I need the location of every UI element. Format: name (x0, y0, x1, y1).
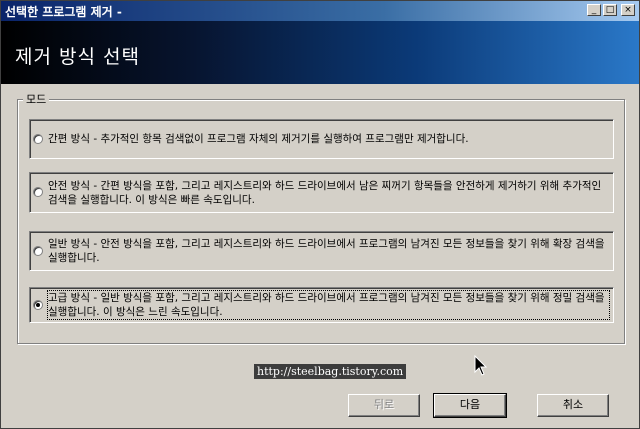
radio-advanced[interactable] (33, 300, 43, 310)
maximize-button[interactable]: □ (603, 4, 617, 16)
radio-safe[interactable] (33, 187, 43, 197)
option-normal[interactable]: 일반 방식 - 안전 방식을 포함, 그리고 레지스트리와 하드 드라이브에서 … (29, 231, 614, 271)
uninstall-wizard-window: 선택한 프로그램 제거 - _ □ × 제거 방식 선택 모드 간편 방식 - … (0, 0, 640, 429)
option-simple-label: 간편 방식 - 추가적인 항목 검색없이 프로그램 자체의 제거기를 실행하여 … (48, 133, 469, 145)
radio-simple[interactable] (33, 134, 43, 144)
mode-group-label: 모드 (23, 91, 50, 107)
option-normal-label: 일반 방식 - 안전 방식을 포함, 그리고 레지스트리와 하드 드라이브에서 … (48, 238, 605, 264)
close-button[interactable]: × (621, 4, 635, 16)
radio-normal[interactable] (33, 246, 43, 256)
option-simple[interactable]: 간편 방식 - 추가적인 항목 검색없이 프로그램 자체의 제거기를 실행하여 … (29, 119, 614, 159)
title-bar[interactable]: 선택한 프로그램 제거 - _ □ × (1, 1, 639, 21)
back-button[interactable]: 뒤로 (348, 394, 420, 417)
option-safe-label: 안전 방식 - 간편 방식을 포함, 그리고 레지스트리와 하드 드라이브에서 … (48, 180, 602, 206)
header-banner: 제거 방식 선택 (1, 21, 639, 84)
watermark-url: http://steelbag.tistory.com (254, 364, 407, 379)
page-title: 제거 방식 선택 (15, 46, 140, 68)
option-safe[interactable]: 안전 방식 - 간편 방식을 포함, 그리고 레지스트리와 하드 드라이브에서 … (29, 172, 614, 213)
minimize-button[interactable]: _ (587, 4, 601, 16)
option-advanced-label: 고급 방식 - 일반 방식을 포함, 그리고 레지스트리와 하드 드라이브에서 … (47, 290, 610, 320)
next-button[interactable]: 다음 (433, 393, 507, 418)
cancel-button[interactable]: 취소 (537, 394, 609, 417)
option-advanced[interactable]: 고급 방식 - 일반 방식을 포함, 그리고 레지스트리와 하드 드라이브에서 … (29, 287, 614, 323)
mouse-cursor-icon (474, 355, 488, 376)
window-title: 선택한 프로그램 제거 - (5, 5, 122, 19)
